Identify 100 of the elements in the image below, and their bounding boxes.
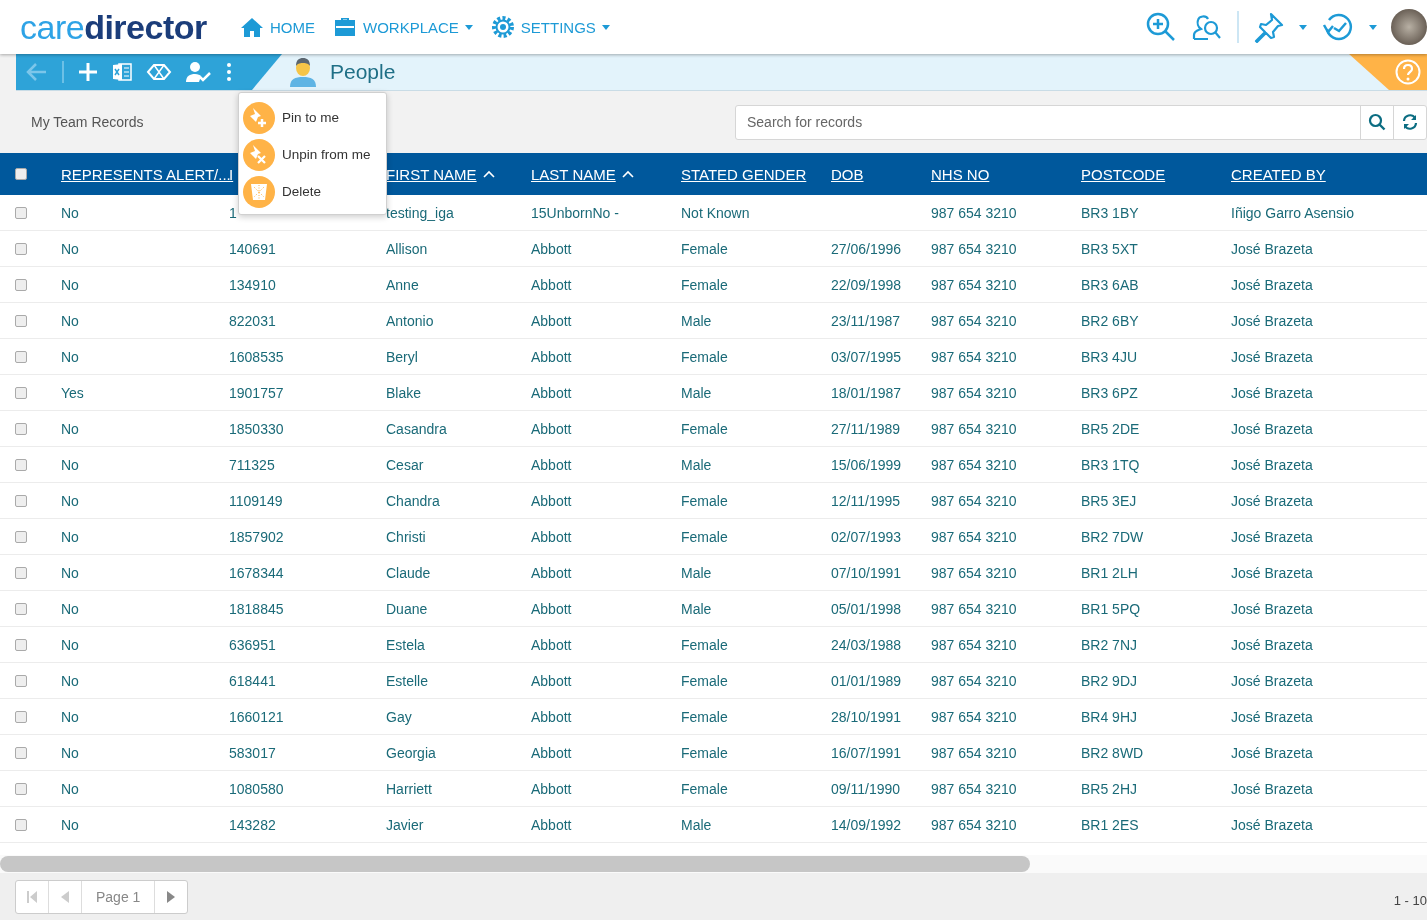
table-cell: 27/06/1996 [831,240,902,257]
menu-item[interactable]: Pin to me [243,99,386,136]
column-header[interactable]: POSTCODE [1081,165,1231,183]
table-cell: 1109149 [229,492,283,509]
table-cell: BR2 9DJ [1081,672,1138,689]
table-cell: Abbott [531,636,572,653]
table-cell: 987 654 3210 [931,528,1017,545]
table-cell: 987 654 3210 [931,204,1017,221]
table-cell: No [61,348,79,365]
checkbox[interactable] [15,566,27,579]
page-title: People [330,60,396,84]
table-cell: No [61,276,79,293]
checkbox[interactable] [15,206,27,219]
table-cell: Estelle [386,672,429,689]
pushpin-icon[interactable] [1253,11,1285,43]
table-cell: Claude [386,564,431,581]
checkbox[interactable] [15,782,27,795]
view-name[interactable]: My Team Records [31,114,144,130]
checkbox[interactable] [15,386,27,399]
sort-ascending-icon[interactable] [621,170,634,178]
checkbox[interactable] [15,278,27,291]
home-icon [240,17,264,37]
unpin-icon [243,138,275,171]
checkbox[interactable] [15,494,27,507]
table-cell: No [61,564,79,581]
table-cell: 01/01/1989 [831,672,902,689]
avatar-photo[interactable] [1391,9,1427,45]
table-cell: Blake [386,384,422,401]
table-cell: No [61,204,79,221]
table-cell: BR3 4JU [1081,348,1138,365]
table-cell: Male [681,384,712,401]
table-cell: 14/09/1992 [831,816,902,833]
column-header[interactable]: REPRESENTS ALERT/... [61,165,229,183]
sort-ascending-icon[interactable] [482,170,495,178]
menu-item[interactable]: Unpin from me [243,136,386,173]
spreadsheet-icon[interactable] [112,62,132,82]
table-cell: Yes [61,384,84,401]
more-vertical-icon[interactable] [226,62,232,82]
table-cell: 1901757 [229,384,284,401]
menu-item[interactable]: Delete [243,173,386,210]
table-cell: 987 654 3210 [931,816,1017,833]
table-cell: José Brazeta [1231,492,1313,509]
table-cell: 822031 [229,312,276,329]
table-cell: 140691 [229,240,276,257]
column-header[interactable]: LAST NAME [531,165,681,183]
table-cell: 987 654 3210 [931,492,1017,509]
caredirector-logo[interactable]: caredirector [20,7,220,47]
table-cell: BR1 2LH [1081,564,1138,581]
table-cell: No [61,312,79,329]
table-cell: Abbott [531,672,572,689]
checkbox[interactable] [15,818,27,831]
checkbox[interactable] [15,168,27,180]
column-header[interactable]: DOB [831,165,931,183]
back-arrow-icon[interactable] [26,62,48,82]
checkbox[interactable] [15,638,27,651]
column-header[interactable]: STATED GENDER [681,165,831,183]
column-header[interactable]: CREATED BY [1231,165,1427,183]
table-cell: Estela [386,636,425,653]
table-cell: 1 [229,204,237,221]
table-cell: No [61,672,79,689]
checkbox[interactable] [15,530,27,543]
refresh-icon [1402,114,1418,130]
table-cell: José Brazeta [1231,240,1313,257]
table-cell: Female [681,708,728,725]
table-cell: Anne [386,276,419,293]
table-cell: Harriett [386,780,432,797]
table-cell: No [61,780,79,797]
checkbox[interactable] [15,602,27,615]
gear-icon [490,15,515,39]
user-check-icon[interactable] [186,61,212,83]
table-cell: Abbott [531,528,572,545]
help-tab[interactable] [1349,54,1427,90]
table-cell: BR3 6AB [1081,276,1139,293]
plus-icon[interactable] [78,62,98,82]
table-cell: BR2 8WD [1081,744,1144,761]
table-cell: Female [681,636,728,653]
checkbox[interactable] [15,674,27,687]
checkbox[interactable] [15,314,27,327]
checkbox[interactable] [15,710,27,723]
table-cell: BR5 2DE [1081,420,1140,437]
column-header[interactable]: FIRST NAME [386,165,531,183]
table-cell: BR3 5XT [1081,240,1138,257]
horizontal-scrollbar[interactable] [0,856,1030,872]
table-cell: Christi [386,528,426,545]
checkbox[interactable] [15,422,27,435]
help-icon[interactable] [1395,59,1421,85]
checkbox[interactable] [15,458,27,471]
zoom-in-icon[interactable] [1145,11,1177,43]
column-header[interactable]: NHS NO [931,165,1081,183]
table-cell: José Brazeta [1231,456,1313,473]
table-cell: 12/11/1995 [831,492,901,509]
checkbox[interactable] [15,242,27,255]
checkbox[interactable] [15,746,27,759]
history-icon[interactable] [1321,11,1355,43]
table-cell: José Brazeta [1231,600,1313,617]
checkbox[interactable] [15,350,27,363]
table-cell: José Brazeta [1231,708,1313,725]
table-cell: 05/01/1998 [831,600,902,617]
table-cell: Javier [386,816,424,833]
caret-icon [1299,24,1307,30]
